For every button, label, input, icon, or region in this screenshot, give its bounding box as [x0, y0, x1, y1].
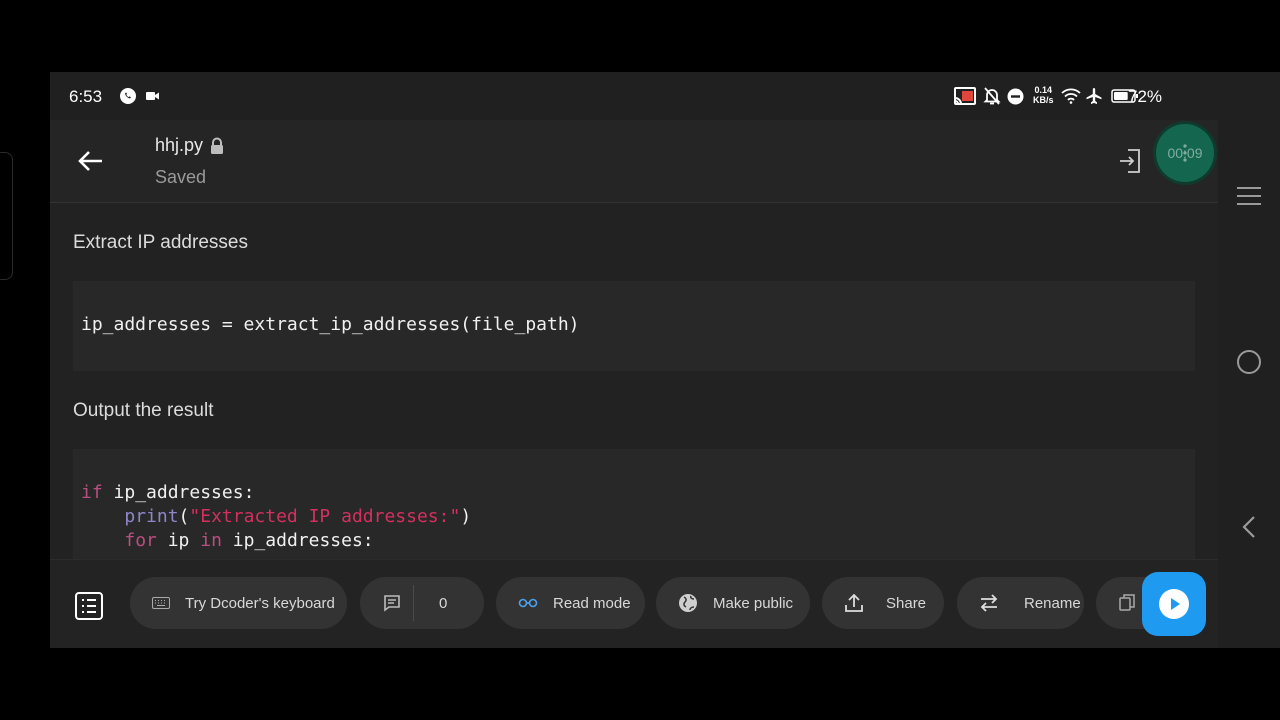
device-edge — [0, 152, 13, 280]
save-status: Saved — [155, 167, 207, 187]
share-icon — [844, 593, 864, 613]
editor-app: hhj.py Saved 00:09 Extract IP addresses … — [50, 120, 1218, 648]
status-bar: 6:53 0.14 KB/s 72% — [50, 72, 1280, 120]
circle-home-icon — [1237, 350, 1261, 374]
code-line: if ip_addresses: — [81, 482, 255, 503]
back-button[interactable] — [76, 146, 106, 176]
rename-button[interactable]: Rename — [957, 577, 1084, 629]
markdown-cell: Extract IP addresses — [73, 232, 248, 253]
editor-header: hhj.py Saved 00:09 — [50, 120, 1218, 203]
network-speed: 0.14 KB/s — [1033, 85, 1054, 105]
keyboard-promo-label: Try Dcoder's keyboard — [185, 594, 335, 612]
chevron-left-icon — [1242, 516, 1255, 538]
run-button[interactable] — [1142, 572, 1206, 636]
swap-icon — [979, 594, 999, 612]
arrow-left-icon — [78, 151, 102, 171]
lock-icon — [211, 137, 224, 154]
system-back-button[interactable] — [1235, 513, 1263, 546]
make-public-label: Make public — [713, 594, 794, 612]
rename-label: Rename — [1024, 594, 1081, 612]
play-icon — [1159, 589, 1189, 619]
globe-icon — [678, 593, 698, 613]
make-public-button[interactable]: Make public — [656, 577, 810, 629]
session-timer[interactable]: 00:09 — [1156, 124, 1214, 182]
code-cell[interactable]: if ip_addresses: print("Extracted IP add… — [73, 449, 1195, 559]
more-vertical-icon — [1183, 144, 1187, 162]
keyboard-promo-button[interactable]: Try Dcoder's keyboard — [130, 577, 347, 629]
wifi-icon — [1061, 86, 1081, 106]
cast-icon — [953, 86, 977, 106]
markdown-cell: Output the result — [73, 400, 214, 421]
share-button[interactable]: Share — [822, 577, 944, 629]
exit-icon — [1120, 149, 1140, 173]
code-cell[interactable]: ip_addresses = extract_ip_addresses(file… — [73, 281, 1195, 371]
read-mode-label: Read mode — [553, 594, 631, 612]
system-nav-bar — [1218, 120, 1280, 648]
share-label: Share — [886, 594, 927, 612]
file-name: hhj.py — [155, 135, 204, 155]
file-title[interactable]: hhj.py — [155, 135, 225, 156]
list-icon — [75, 592, 103, 620]
device-screen: 6:53 0.14 KB/s 72% hhj.py Saved 00:09 Ex… — [50, 72, 1280, 648]
glasses-icon — [518, 598, 538, 608]
do-not-disturb-icon — [1007, 86, 1024, 106]
video-camera-icon — [146, 86, 160, 106]
mute-bell-icon — [983, 86, 1001, 106]
code-line: print("Extracted IP addresses:") — [124, 506, 472, 527]
network-speed-value: 0.14 — [1034, 85, 1053, 95]
airplane-icon — [1085, 86, 1103, 106]
outline-button[interactable] — [75, 592, 103, 620]
notebook-content[interactable]: Extract IP addresses ip_addresses = extr… — [50, 203, 1218, 559]
battery-percent: 72% — [1128, 87, 1163, 106]
copy-icon — [1118, 594, 1138, 612]
comments-button[interactable]: 0 — [360, 577, 484, 629]
network-speed-unit: KB/s — [1033, 95, 1054, 105]
comment-count: 0 — [439, 594, 448, 612]
exit-button[interactable] — [1118, 148, 1142, 174]
home-button[interactable] — [1235, 348, 1263, 381]
status-time: 6:53 — [69, 87, 103, 106]
comment-icon — [383, 594, 401, 612]
code-line: for ip in ip_addresses: — [124, 530, 374, 551]
code-line: ip_addresses = extract_ip_addresses(file… — [81, 314, 580, 335]
divider — [413, 585, 414, 621]
menu-icon — [1237, 187, 1261, 205]
whatsapp-icon — [119, 86, 137, 106]
keyboard-icon — [152, 597, 170, 609]
read-mode-button[interactable]: Read mode — [496, 577, 645, 629]
recent-apps-button[interactable] — [1235, 185, 1263, 212]
bottom-toolbar: Try Dcoder's keyboard 0 Read mode Make p… — [50, 559, 1218, 648]
